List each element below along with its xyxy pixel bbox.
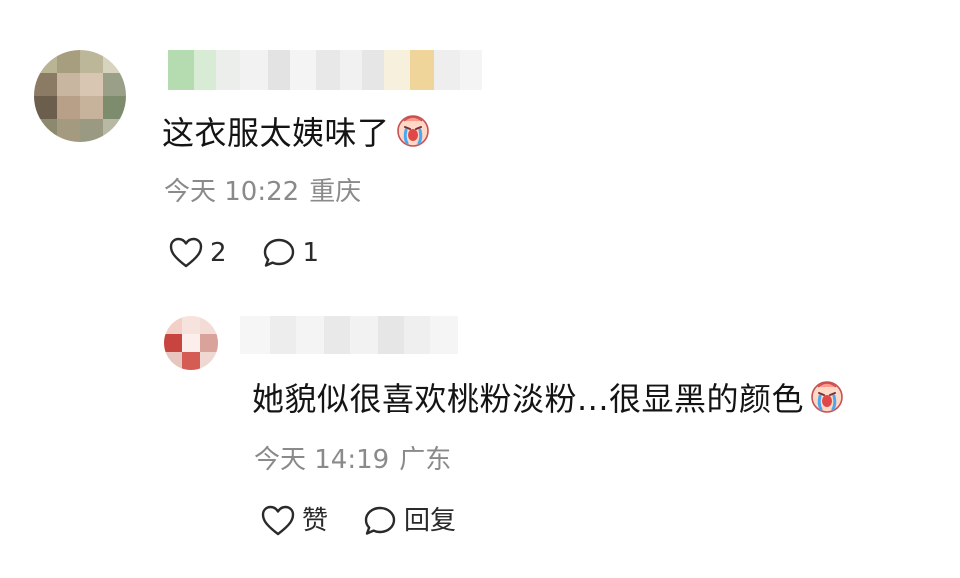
crying-emoji-icon xyxy=(394,110,432,157)
comment-2-reply: 她貌似很喜欢桃粉淡粉...很显黑的颜色 今天 14:19 广东 赞 回复 xyxy=(0,290,960,578)
commenter-avatar[interactable] xyxy=(34,50,126,142)
username-redacted[interactable] xyxy=(168,50,482,90)
reply-count: 1 xyxy=(302,238,320,268)
reply-button[interactable]: 1 xyxy=(261,236,320,270)
comment-meta: 今天 10:22 重庆 xyxy=(164,176,361,208)
like-button[interactable]: 赞 xyxy=(260,504,328,538)
comment-location: 重庆 xyxy=(309,177,362,207)
like-button[interactable]: 2 xyxy=(168,236,227,270)
comment-time: 今天 10:22 xyxy=(164,177,300,207)
replier-avatar[interactable] xyxy=(164,316,218,370)
comment-actions: 2 1 xyxy=(168,236,319,270)
heart-outline-icon xyxy=(168,236,204,270)
reply-meta: 今天 14:19 广东 xyxy=(254,444,451,476)
heart-outline-icon xyxy=(260,504,296,538)
comment-1: 这衣服太姨味了 今天 10:22 重庆 2 1 xyxy=(0,0,960,290)
reply-location: 广东 xyxy=(399,445,452,475)
reply-text: 她貌似很喜欢桃粉淡粉...很显黑的颜色 xyxy=(252,376,846,423)
speech-bubble-outline-icon xyxy=(362,504,398,538)
like-count: 2 xyxy=(210,238,227,268)
reply-actions: 赞 回复 xyxy=(260,504,456,538)
comment-text: 这衣服太姨味了 xyxy=(162,110,432,157)
crying-emoji-icon xyxy=(808,376,846,423)
reply-label: 回复 xyxy=(404,506,457,536)
reply-time: 今天 14:19 xyxy=(254,445,390,475)
like-label: 赞 xyxy=(302,506,329,536)
speech-bubble-outline-icon xyxy=(261,236,297,270)
reply-button[interactable]: 回复 xyxy=(362,504,456,538)
username-redacted[interactable] xyxy=(240,316,458,354)
